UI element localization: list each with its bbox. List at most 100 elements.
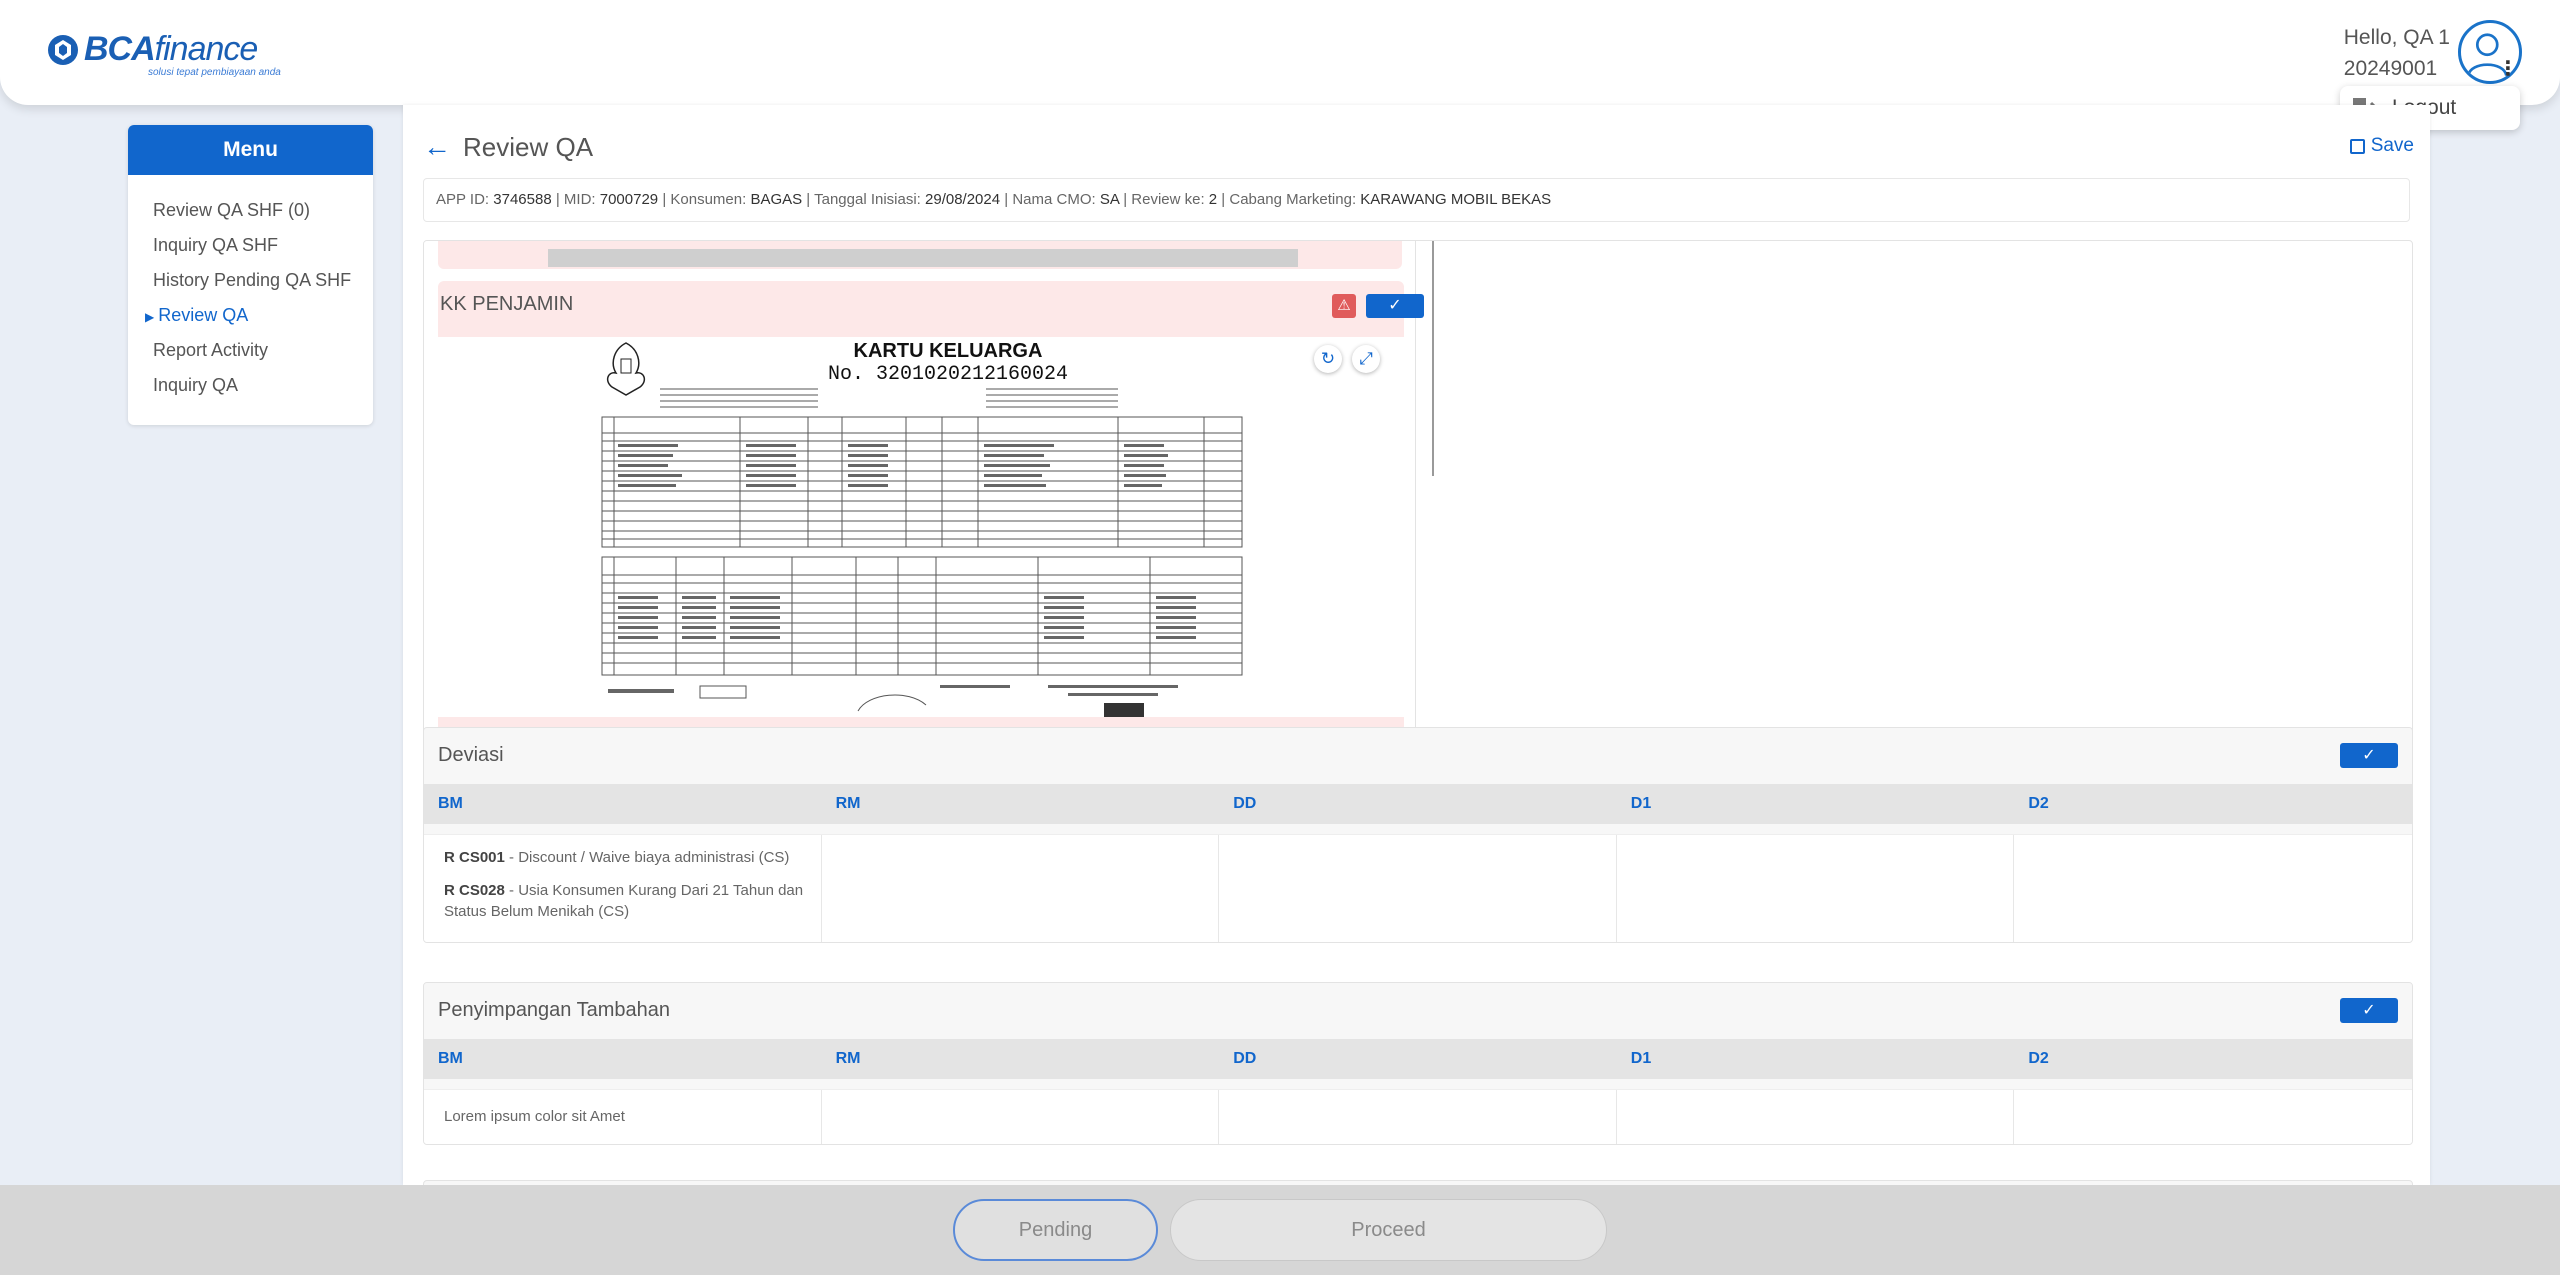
konsumen-label: Konsumen: [670, 191, 747, 208]
col-header-d2: D2 [2028, 1050, 2049, 1067]
logo-text-bold: BCA [84, 30, 156, 68]
action-footer: Pending Proceed [0, 1185, 2560, 1275]
menu-title: Menu [128, 125, 373, 175]
col-header-d1: D1 [1630, 1050, 1652, 1067]
sidebar-item-inquiry-qa[interactable]: Inquiry QA [153, 374, 373, 409]
col-header-dd: DD [1233, 1050, 1257, 1067]
sidebar-item-report-activity[interactable]: Report Activity [153, 339, 373, 374]
deviasi-cell-dd [1219, 835, 1617, 942]
penyimpangan-cell-rm [822, 1090, 1220, 1144]
sidebar-menu: Menu Review QA SHF (0) Inquiry QA SHF Hi… [128, 125, 373, 425]
col-header-rm: RM [835, 1050, 861, 1067]
app-id-label: APP ID: [436, 191, 490, 208]
previous-document-image [548, 249, 1298, 267]
logo-tagline: solusi tepat pembiayaan anda [148, 67, 281, 78]
deviasi-item: R CS028 - Usia Konsumen Kurang Dari 21 T… [444, 880, 807, 922]
deviasi-title: Deviasi [438, 744, 504, 766]
deviasi-cell-bm: R CS001 - Discount / Waive biaya adminis… [424, 835, 822, 942]
deviasi-header: Deviasi ✓ [424, 728, 2412, 784]
kk-penjamin-card: KK PENJAMIN ⚠ ✓ KARTU KELUARGA No. 32010… [438, 281, 1424, 799]
rotate-icon[interactable]: ↻ [1314, 345, 1342, 373]
penyimpangan-header: Penyimpangan Tambahan ✓ [424, 983, 2412, 1039]
doc-number: No. 3201020212160024 [828, 363, 1068, 386]
table-row: Lorem ipsum color sit Amet [424, 1089, 2412, 1144]
tanggal-value: 29/08/2024 [925, 191, 1001, 208]
user-greeting: Hello, QA 1 [2343, 26, 2450, 49]
deviasi-cell-d1 [1617, 835, 2015, 942]
penyimpangan-section: Penyimpangan Tambahan ✓ BM RM DD D1 D2 L… [423, 982, 2413, 1145]
cmo-value: SA [1099, 191, 1120, 208]
user-id: 20249001 [2343, 57, 2438, 80]
user-info: Hello, QA 1 20249001 [2344, 22, 2450, 84]
app-id-value: 3746588 [493, 191, 552, 208]
penyimpangan-cell-d2 [2014, 1090, 2412, 1144]
deviasi-cell-d2 [2014, 835, 2412, 942]
deviasi-column-headers: BM RM DD D1 D2 [424, 784, 2412, 824]
save-button[interactable]: Save [2349, 135, 2414, 157]
check-icon: ✓ [2362, 1002, 2376, 1019]
tanggal-label: Tanggal Inisiasi: [814, 191, 921, 208]
caret-right-icon: ▶ [145, 310, 155, 324]
penyimpangan-cell-d1 [1617, 1090, 2015, 1144]
doc-table-lines [601, 388, 1243, 712]
deviasi-cell-rm [822, 835, 1220, 942]
fullscreen-icon[interactable]: ⤢ [1352, 345, 1380, 373]
check-icon: ✓ [1388, 297, 1402, 314]
proceed-button[interactable]: Proceed [1170, 1199, 1607, 1261]
kartu-keluarga-image[interactable]: KARTU KELUARGA No. 3201020212160024 ↻ ⤢ [438, 337, 1404, 717]
viewer-scrollbar[interactable] [1432, 241, 1434, 476]
deviasi-check-button[interactable]: ✓ [2340, 743, 2398, 768]
sidebar-item-review-qa-shf[interactable]: Review QA SHF (0) [153, 199, 373, 234]
save-label: Save [2370, 135, 2414, 156]
col-header-d2: D2 [2028, 795, 2049, 812]
deviasi-section: Deviasi ✓ BM RM DD D1 D2 R CS001 - Disco… [423, 727, 2413, 943]
application-info-bar: APP ID: 3746588 | MID: 7000729 | Konsume… [423, 178, 2410, 222]
col-header-bm: BM [438, 795, 463, 812]
cmo-label: Nama CMO: [1012, 191, 1096, 208]
sidebar-item-label: Review QA [158, 305, 249, 325]
bca-finance-logo[interactable]: BCAfinance solusi tepat pembiayaan anda [46, 30, 281, 78]
penyimpangan-cell-dd [1219, 1090, 1617, 1144]
document-viewer[interactable]: KK PENJAMIN ⚠ ✓ KARTU KELUARGA No. 32010… [423, 240, 2413, 800]
col-header-d1: D1 [1630, 795, 1652, 812]
penyimpangan-column-headers: BM RM DD D1 D2 [424, 1039, 2412, 1079]
doc-handwriting [608, 444, 1196, 717]
konsumen-value: BAGAS [750, 191, 803, 208]
sidebar-item-history-pending[interactable]: History Pending QA SHF [153, 269, 373, 304]
deviasi-desc: - Discount / Waive biaya administrasi (C… [504, 849, 790, 866]
mid-value: 7000729 [599, 191, 659, 208]
main-panel: ← Review QA Save APP ID: 3746588 | MID: … [403, 105, 2430, 1190]
verify-check-button[interactable]: ✓ [1366, 294, 1424, 318]
document-title: KK PENJAMIN [440, 293, 574, 315]
app-header: BCAfinance solusi tepat pembiayaan anda … [0, 0, 2560, 105]
document-list[interactable]: KK PENJAMIN ⚠ ✓ KARTU KELUARGA No. 32010… [424, 241, 1434, 799]
logo-text-rest: finance [154, 30, 259, 68]
alert-triangle-icon[interactable]: ⚠ [1332, 294, 1356, 318]
col-header-dd: DD [1233, 795, 1257, 812]
deviasi-item: R CS001 - Discount / Waive biaya adminis… [444, 847, 807, 868]
review-label: Review ke: [1131, 191, 1205, 208]
document-scan: KARTU KELUARGA No. 3201020212160024 [601, 340, 1243, 717]
penyimpangan-cell-bm: Lorem ipsum color sit Amet [424, 1090, 822, 1144]
doc-heading: KARTU KELUARGA [854, 340, 1043, 362]
pending-button[interactable]: Pending [953, 1199, 1158, 1261]
sidebar-item-inquiry-qa-shf[interactable]: Inquiry QA SHF [153, 234, 373, 269]
review-value: 2 [1208, 191, 1218, 208]
page-header: ← Review QA [423, 131, 593, 163]
deviasi-code: R CS028 [444, 882, 505, 899]
bca-logo-icon [48, 34, 78, 65]
col-header-bm: BM [438, 1050, 463, 1067]
page-title: Review QA [463, 131, 594, 162]
table-row: R CS001 - Discount / Waive biaya adminis… [424, 834, 2412, 942]
garuda-emblem [606, 342, 646, 396]
sidebar-item-review-qa[interactable]: ▶ Review QA [145, 304, 373, 339]
menu-list: Review QA SHF (0) Inquiry QA SHF History… [128, 175, 373, 409]
more-vertical-icon[interactable]: ⋮ [2498, 59, 2518, 79]
arrow-left-icon[interactable]: ← [423, 131, 451, 163]
cabang-value: KARAWANG MOBIL BEKAS [1360, 191, 1552, 208]
deviasi-code: R CS001 [444, 849, 505, 866]
penyimpangan-check-button[interactable]: ✓ [2340, 998, 2398, 1023]
cabang-label: Cabang Marketing: [1229, 191, 1357, 208]
mid-label: MID: [563, 191, 596, 208]
check-icon: ✓ [2362, 747, 2376, 764]
